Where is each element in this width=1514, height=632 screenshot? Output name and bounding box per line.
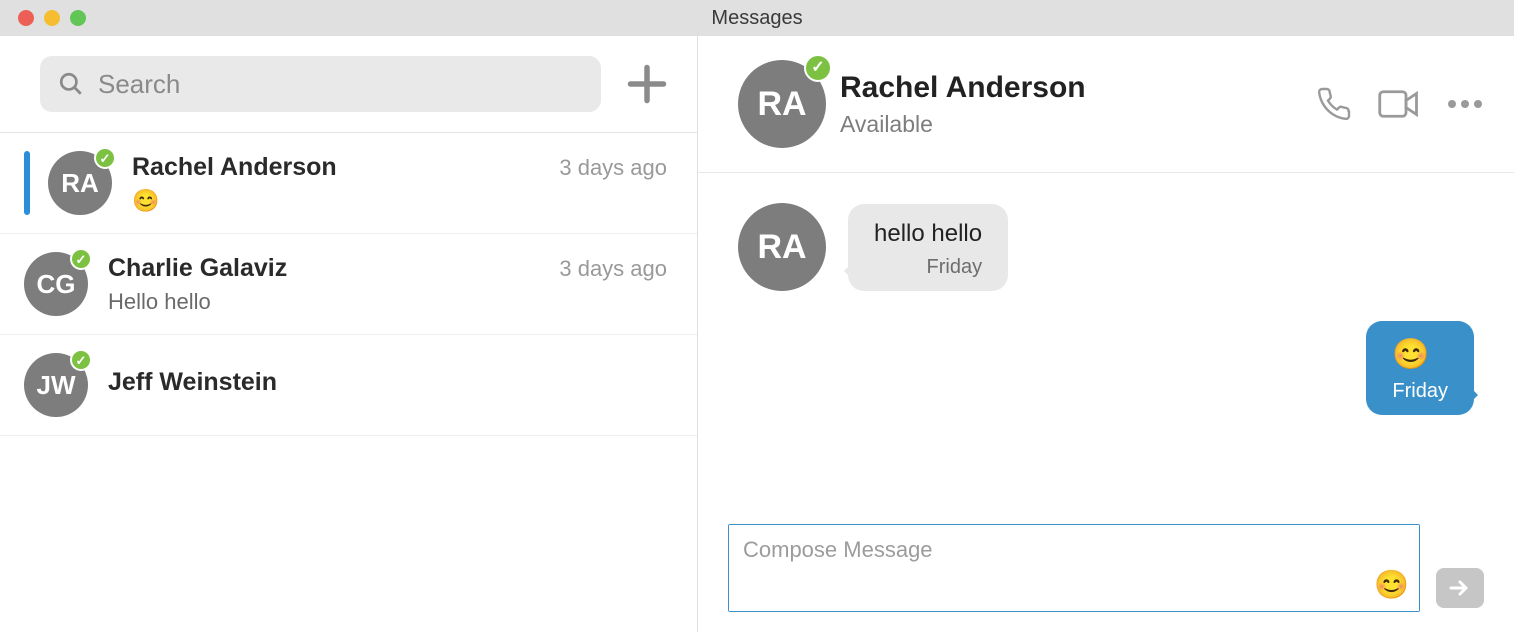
send-arrow-icon — [1448, 578, 1472, 598]
conversation-name: Jeff Weinstein — [108, 368, 277, 397]
conversation-time: 3 days ago — [559, 155, 667, 181]
search-box[interactable] — [40, 56, 601, 112]
message-text: 😊 — [1392, 337, 1448, 372]
conversation-name: Charlie Galaviz — [108, 254, 287, 283]
close-window-button[interactable] — [18, 10, 34, 26]
phone-icon — [1316, 86, 1352, 122]
video-icon — [1378, 89, 1420, 119]
conversation-name: Rachel Anderson — [132, 153, 337, 182]
avatar-initials: RA — [757, 85, 806, 124]
more-icon — [1446, 98, 1484, 110]
chat-header: RA ✓ Rachel Anderson Available — [698, 36, 1514, 173]
message-row-outgoing: 😊 Friday — [738, 321, 1474, 415]
avatar: RA ✓ — [738, 60, 826, 148]
traffic-lights — [18, 10, 86, 26]
avatar: RA ✓ — [48, 151, 112, 215]
minimize-window-button[interactable] — [44, 10, 60, 26]
conversation-sidebar: RA ✓ Rachel Anderson 3 days ago 😊 CG ✓ — [0, 36, 698, 632]
conversation-time: 3 days ago — [559, 256, 667, 282]
avatar-initials: JW — [37, 370, 76, 401]
avatar-initials: RA — [757, 228, 806, 267]
avatar: CG ✓ — [24, 252, 88, 316]
compose-area: 😊 — [698, 524, 1514, 632]
chat-contact-name: Rachel Anderson — [840, 71, 1316, 105]
chat-pane: RA ✓ Rachel Anderson Available — [698, 36, 1514, 632]
compose-box[interactable]: 😊 — [728, 524, 1420, 612]
search-input[interactable] — [98, 69, 583, 100]
avatar: JW ✓ — [24, 353, 88, 417]
plus-icon — [625, 62, 669, 106]
conversation-item[interactable]: RA ✓ Rachel Anderson 3 days ago 😊 — [0, 133, 697, 234]
conversation-item[interactable]: JW ✓ Jeff Weinstein — [0, 335, 697, 436]
title-bar: Messages — [0, 0, 1514, 36]
chat-actions — [1316, 86, 1484, 122]
sidebar-top — [0, 36, 697, 133]
avatar: RA — [738, 203, 826, 291]
conversation-preview: 😊 — [132, 188, 667, 214]
window-title: Messages — [0, 7, 1514, 30]
smile-icon: 😊 — [1374, 569, 1409, 600]
video-call-button[interactable] — [1378, 89, 1420, 119]
message-time: Friday — [1392, 380, 1448, 403]
presence-available-icon: ✓ — [70, 248, 92, 270]
more-button[interactable] — [1446, 98, 1484, 110]
call-button[interactable] — [1316, 86, 1352, 122]
message-bubble: hello hello Friday — [848, 204, 1008, 291]
chat-contact-status: Available — [840, 111, 1316, 138]
compose-input[interactable] — [729, 525, 1419, 611]
search-icon — [58, 71, 84, 97]
conversation-preview: Hello hello — [108, 289, 667, 315]
message-row-incoming: RA hello hello Friday — [738, 203, 1474, 291]
message-bubble: 😊 Friday — [1366, 321, 1474, 415]
presence-available-icon: ✓ — [94, 147, 116, 169]
avatar-initials: CG — [37, 269, 76, 300]
message-text: hello hello — [874, 220, 982, 248]
presence-available-icon: ✓ — [804, 54, 832, 82]
conversation-item[interactable]: CG ✓ Charlie Galaviz 3 days ago Hello he… — [0, 234, 697, 335]
emoji-picker-button[interactable]: 😊 — [1374, 568, 1409, 601]
avatar-initials: RA — [61, 168, 99, 199]
chat-message-list: RA hello hello Friday 😊 Friday — [698, 173, 1514, 524]
presence-available-icon: ✓ — [70, 349, 92, 371]
new-conversation-button[interactable] — [619, 56, 675, 112]
send-button[interactable] — [1436, 568, 1484, 608]
message-time: Friday — [874, 256, 982, 279]
zoom-window-button[interactable] — [70, 10, 86, 26]
conversation-list: RA ✓ Rachel Anderson 3 days ago 😊 CG ✓ — [0, 133, 697, 632]
